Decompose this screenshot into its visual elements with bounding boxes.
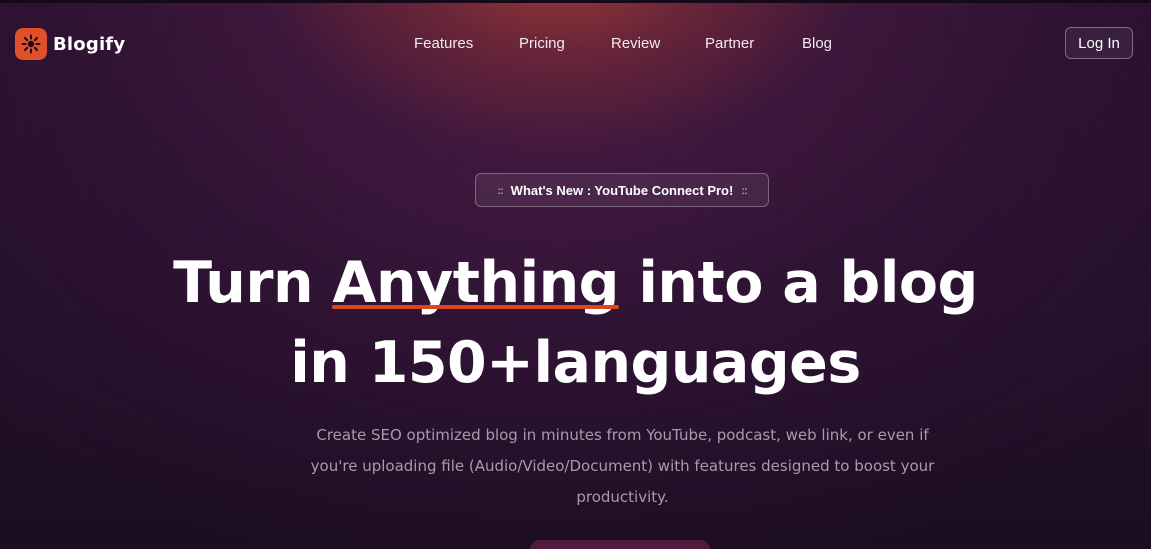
nav-item-partner[interactable]: Partner — [705, 35, 754, 52]
drag-dots-icon: :: — [497, 183, 504, 197]
badge-text: What's New : YouTube Connect Pro! — [510, 182, 734, 198]
login-button[interactable]: Log In — [1065, 27, 1133, 59]
nav-item-review[interactable]: Review — [611, 35, 660, 52]
headline-text: Turn — [173, 250, 333, 316]
cta-button-partial[interactable] — [530, 540, 710, 549]
hero-subtitle: Create SEO optimized blog in minutes fro… — [310, 426, 935, 506]
whats-new-badge[interactable]: :: What's New : YouTube Connect Pro! :: — [475, 173, 769, 207]
nav-item-features[interactable]: Features — [414, 35, 473, 52]
headline-line-2: in 150+languages — [290, 330, 861, 396]
nav-item-pricing[interactable]: Pricing — [519, 35, 565, 52]
hero-headline: Turn Anything into a blog in 150+languag… — [0, 243, 1151, 403]
headline-highlight: Anything — [332, 243, 619, 323]
drag-dots-icon: :: — [741, 183, 748, 197]
headline-text: into a blog — [619, 250, 978, 316]
headline-line-1: Turn Anything into a blog — [0, 243, 1151, 323]
main-nav: Features Pricing Review Partner Blog — [0, 35, 1151, 55]
nav-item-blog[interactable]: Blog — [802, 35, 832, 52]
top-border — [0, 0, 1151, 3]
